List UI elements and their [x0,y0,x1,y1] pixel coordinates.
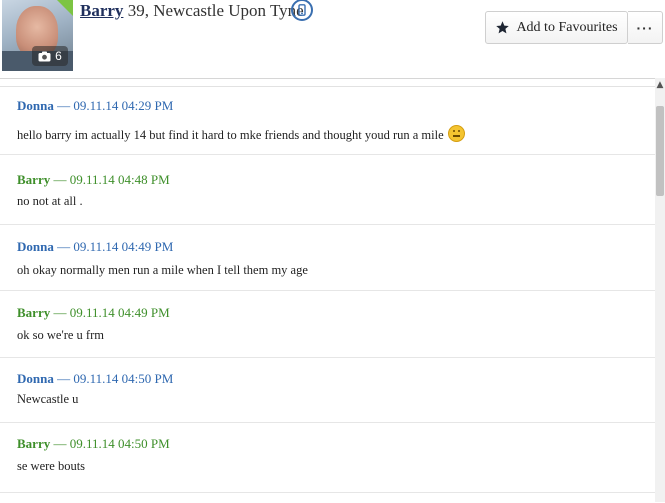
message-separator: — [53,239,74,254]
message-author[interactable]: Donna [17,98,54,113]
message-author[interactable]: Barry [17,305,50,320]
message-text: se were bouts [17,459,86,473]
message-header: Barry — 09.11.14 04:50 PM [17,436,170,452]
profile-header: 6 Barry 39, Newcastle Upon Tyne Add to F… [0,0,665,79]
profile-avatar[interactable]: 6 [2,0,73,71]
message-text: Newcastle u [17,392,79,406]
message-thread: Donna — 09.11.14 04:29 PM hello barry im… [0,86,655,503]
message-header: Donna — 09.11.14 04:29 PM [17,98,173,114]
star-icon [496,21,510,34]
message-separator: — [50,305,70,320]
phone-button[interactable] [291,0,313,21]
online-indicator [57,0,73,16]
message-item: Donna — 09.11.14 04:50 PM Newcastle u [0,358,655,423]
message-item: Barry — 09.11.14 04:48 PM no not at all … [0,155,655,225]
scroll-up-arrow-icon[interactable]: ▲ [655,80,665,90]
message-item: Barry — 09.11.14 04:50 PM se were bouts [0,423,655,493]
camera-icon [38,51,51,61]
message-text: hello barry im actually 14 but find it h… [17,125,465,143]
favourites-label: Add to Favourites [516,19,618,35]
message-author[interactable]: Donna [17,239,54,254]
message-separator: — [50,172,70,187]
message-separator: — [53,98,74,113]
message-header: Donna — 09.11.14 04:49 PM [17,239,173,255]
profile-name-link[interactable]: Barry [80,1,123,20]
thread-scrollbar[interactable]: ▲ [655,78,665,502]
message-text: oh okay normally men run a mile when I t… [17,263,308,277]
message-timestamp: 09.11.14 04:49 PM [69,305,170,320]
message-timestamp: 09.11.14 04:50 PM [69,436,170,451]
message-header: Barry — 09.11.14 04:48 PM [17,172,170,188]
scrollbar-thumb[interactable] [656,106,664,196]
profile-meta: 39, Newcastle Upon Tyne [123,1,304,20]
message-item: Barry — 09.11.14 04:49 PM ok so we're u … [0,291,655,358]
message-timestamp: 09.11.14 04:48 PM [69,172,170,187]
message-timestamp: 09.11.14 04:50 PM [73,371,174,386]
message-item: Donna — 09.11.14 04:49 PM oh okay normal… [0,225,655,291]
more-options-button[interactable]: ··· [628,11,663,44]
photo-count-badge[interactable]: 6 [32,46,68,66]
phone-icon [298,4,306,16]
message-text: ok so we're u frm [17,328,104,342]
profile-name-line: Barry 39, Newcastle Upon Tyne [80,0,304,22]
message-text: no not at all . [17,194,83,208]
message-item: Donna — 09.11.14 04:29 PM hello barry im… [0,87,655,155]
message-timestamp: 09.11.14 04:29 PM [73,98,174,113]
message-header: Donna — 09.11.14 04:50 PM [17,371,173,387]
message-author[interactable]: Barry [17,172,50,187]
message-separator: — [50,436,70,451]
message-text-content: hello barry im actually 14 but find it h… [17,128,444,142]
message-separator: — [53,371,74,386]
more-options-icon: ··· [636,19,654,36]
message-timestamp: 09.11.14 04:49 PM [73,239,174,254]
message-header: Barry — 09.11.14 04:49 PM [17,305,170,321]
message-author[interactable]: Barry [17,436,50,451]
sad-face-emoji-icon [447,125,465,142]
photo-count: 6 [55,49,62,63]
add-to-favourites-button[interactable]: Add to Favourites [485,11,628,44]
message-author[interactable]: Donna [17,371,54,386]
